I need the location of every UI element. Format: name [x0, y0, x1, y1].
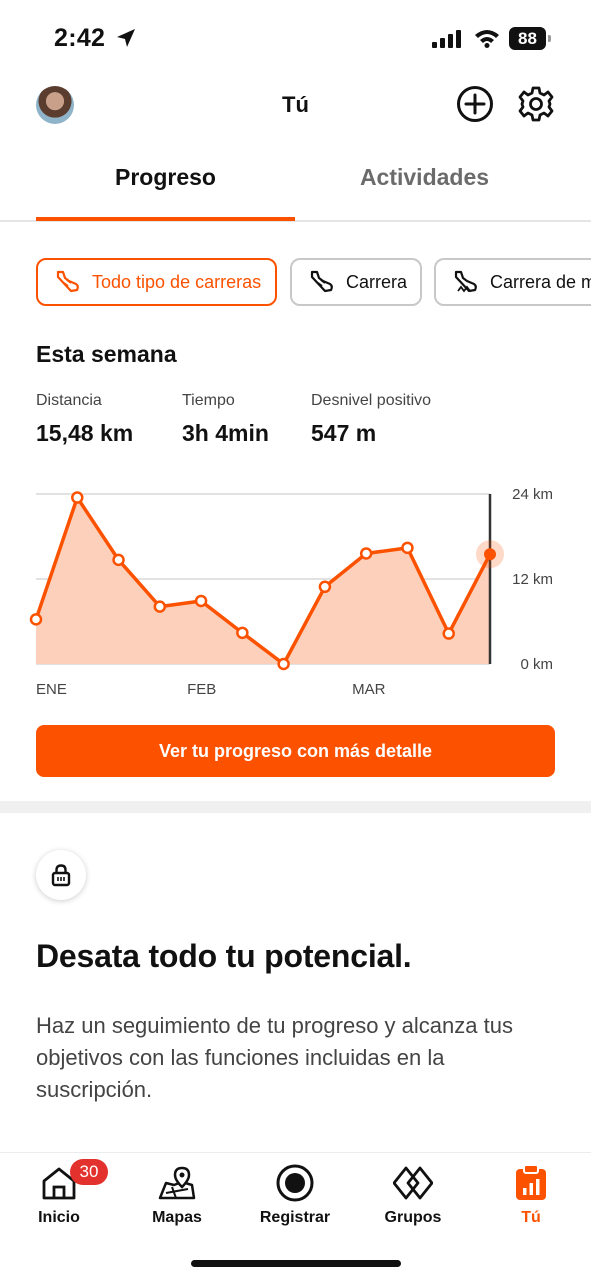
chart-point [29, 613, 43, 626]
chart-point [359, 547, 373, 560]
chart-point [318, 580, 332, 594]
section-divider [0, 801, 591, 813]
filter-chip-label: Todo tipo de carreras [92, 271, 262, 292]
stat-label: Tiempo [182, 392, 235, 409]
stat-label: Distancia [36, 392, 102, 409]
lock-badge [36, 850, 86, 900]
running-shoe-icon [56, 270, 79, 293]
gear-icon[interactable] [517, 85, 555, 123]
view-progress-detail-button[interactable]: Ver tu progreso con más detalle [36, 725, 555, 777]
nav-item-tu[interactable]: Tú [472, 1163, 590, 1227]
chart-y-tick-label: 0 km [520, 656, 553, 673]
nav-item-mapas[interactable]: Mapas [118, 1163, 236, 1227]
chart-y-tick-label: 12 km [512, 571, 553, 588]
stat-time: Tiempo 3h 4min [182, 392, 269, 447]
chart-point [71, 491, 84, 504]
you-icon [516, 1164, 546, 1200]
chart-point [112, 553, 125, 567]
cellular-signal-icon [432, 30, 461, 48]
add-icon[interactable] [456, 85, 494, 123]
wifi-icon [475, 30, 499, 48]
weekly-distance-chart-svg: 24 km 12 km 0 km ENE FEB MAR [29, 486, 553, 698]
running-shoe-icon [310, 270, 333, 293]
stat-label: Desnivel positivo [311, 392, 432, 409]
nav-item-inicio[interactable]: 30 Inicio [0, 1159, 118, 1227]
stat-value: 15,48 km [36, 420, 134, 446]
stat-value: 3h 4min [182, 420, 269, 446]
active-tab-indicator [36, 217, 295, 221]
record-icon [276, 1164, 314, 1202]
chart-x-tick-label: FEB [187, 681, 216, 698]
lock-icon [51, 864, 71, 887]
map-icon [158, 1166, 196, 1200]
trail-shoe-icon [454, 270, 477, 293]
status-bar: 2:42 88 [0, 0, 591, 78]
nav-label: Grupos [384, 1209, 442, 1226]
tab-progreso[interactable]: Progreso [36, 164, 295, 191]
tab-actividades[interactable]: Actividades [295, 164, 554, 191]
section-title: Esta semana [36, 341, 177, 367]
chart-point [236, 626, 249, 640]
chart-point [442, 627, 455, 640]
nav-label: Registrar [259, 1209, 331, 1226]
tab-bar: Progreso Actividades [0, 148, 591, 222]
nav-label: Inicio [38, 1209, 80, 1226]
filter-chip-trail-run[interactable]: Carrera de m [434, 258, 591, 306]
promo-title: Desata todo tu potencial. [36, 938, 412, 974]
activity-filter-row: Todo tipo de carreras Carrera Carrera de… [36, 258, 591, 308]
chart-point [153, 600, 167, 613]
groups-icon [393, 1166, 433, 1200]
home-indicator [191, 1260, 401, 1267]
chart-y-tick-label: 24 km [512, 486, 553, 503]
stat-distance: Distancia 15,48 km [36, 392, 133, 447]
filter-chip-label: Carrera de m [490, 271, 591, 292]
chart-x-tick-label: ENE [36, 681, 67, 698]
chart-point-current [484, 548, 496, 561]
chart-point [401, 541, 414, 555]
filter-chip-all-runs[interactable]: Todo tipo de carreras [36, 258, 277, 306]
notification-badge: 30 [70, 1159, 108, 1185]
header: Tú [0, 78, 591, 138]
stat-elevation: Desnivel positivo 547 m [311, 392, 431, 447]
filter-chip-run[interactable]: Carrera [290, 258, 422, 306]
nav-label: Mapas [152, 1209, 202, 1226]
weekly-distance-chart[interactable]: 24 km 12 km 0 km ENE FEB MAR [0, 480, 591, 710]
promo-body: Haz un seguimiento de tu progreso y alca… [36, 1013, 513, 1102]
chart-x-tick-label: MAR [352, 681, 386, 698]
status-time: 2:42 [54, 24, 106, 52]
nav-item-grupos[interactable]: Grupos [354, 1163, 472, 1227]
chart-point [277, 657, 290, 671]
location-arrow-icon [117, 29, 135, 47]
battery-level: 88 [518, 29, 537, 48]
nav-label: Tú [521, 1209, 541, 1226]
filter-chip-label: Carrera [346, 271, 408, 292]
page-title: Tú [282, 92, 309, 117]
chart-point [194, 594, 208, 608]
stat-value: 547 m [311, 420, 377, 446]
battery-indicator: 88 [509, 27, 551, 50]
nav-item-registrar[interactable]: Registrar [236, 1163, 354, 1227]
